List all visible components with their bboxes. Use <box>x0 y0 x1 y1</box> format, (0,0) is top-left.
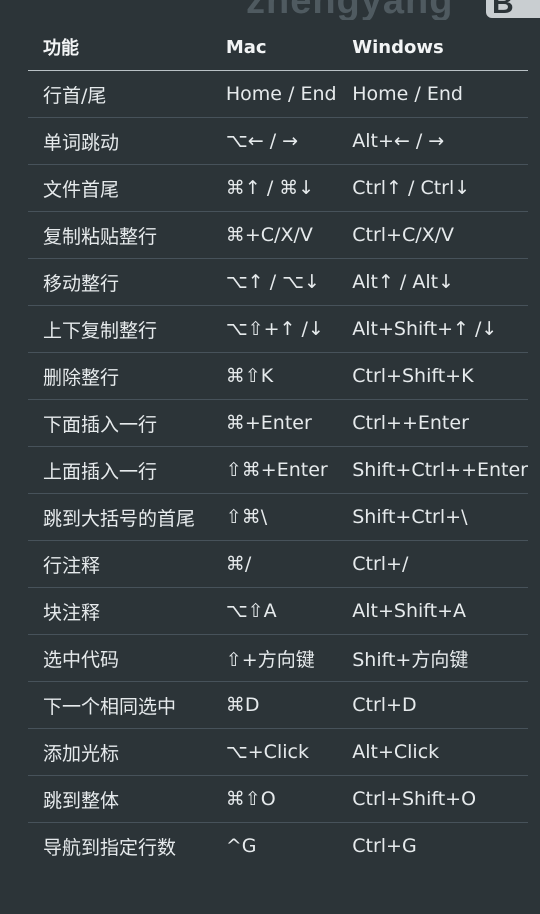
table-row: 选中代码 ⇧+方向键 Shift+方向键 <box>28 634 528 682</box>
table-row: 移动整行 ⌥↑ / ⌥↓ Alt↑ / Alt↓ <box>28 258 528 306</box>
cell-windows: Ctrl↑ / Ctrl↓ <box>352 164 528 212</box>
table-body: 行首/尾 Home / End Home / End 单词跳动 ⌥← / → A… <box>28 70 528 870</box>
cell-windows: Ctrl+Shift+K <box>352 352 528 400</box>
cell-mac: ⌥⇧A <box>225 587 353 635</box>
cell-windows: Alt+Shift+A <box>352 587 528 635</box>
table-row: 文件首尾 ⌘↑ / ⌘↓ Ctrl↑ / Ctrl↓ <box>28 164 528 212</box>
table-row: 块注释 ⌥⇧A Alt+Shift+A <box>28 587 528 635</box>
cell-windows: Ctrl+/ <box>352 540 528 588</box>
cell-function: 行注释 <box>28 540 226 588</box>
cell-function: 文件首尾 <box>28 164 226 212</box>
cell-mac: ⌘⇧K <box>225 352 353 400</box>
cell-windows: Ctrl++Enter <box>352 399 528 447</box>
cell-mac: ⌘/ <box>225 540 353 588</box>
cell-windows: Alt+Click <box>352 728 528 776</box>
cell-mac: ⌘↑ / ⌘↓ <box>225 164 353 212</box>
cell-windows: Shift+Ctrl+\ <box>352 493 528 541</box>
cell-mac: ⌥← / → <box>225 117 353 165</box>
cell-mac: ⌥⇧+↑ /↓ <box>225 305 353 353</box>
table-row: 上面插入一行 ⇧⌘+Enter Shift+Ctrl++Enter <box>28 446 528 494</box>
header-mac: Mac <box>225 24 353 71</box>
cell-function: 复制粘贴整行 <box>28 211 226 259</box>
cell-mac: ⇧⌘\ <box>225 493 353 541</box>
table-row: 上下复制整行 ⌥⇧+↑ /↓ Alt+Shift+↑ /↓ <box>28 305 528 353</box>
table-row: 跳到整体 ⌘⇧O Ctrl+Shift+O <box>28 775 528 823</box>
table-row: 删除整行 ⌘⇧K Ctrl+Shift+K <box>28 352 528 400</box>
cell-function: 下面插入一行 <box>28 399 226 447</box>
header-function: 功能 <box>28 24 226 71</box>
header-windows: Windows <box>352 24 528 71</box>
cell-windows: Ctrl+Shift+O <box>352 775 528 823</box>
cell-mac: ⌘+Enter <box>225 399 353 447</box>
cell-function: 上下复制整行 <box>28 305 226 353</box>
cell-windows: Shift+Ctrl++Enter <box>352 446 528 494</box>
cell-windows: Alt↑ / Alt↓ <box>352 258 528 306</box>
cell-windows: Alt+← / → <box>352 117 528 165</box>
cell-function: 行首/尾 <box>28 70 226 118</box>
cell-function: 删除整行 <box>28 352 226 400</box>
watermark: zhengyang B <box>0 0 540 20</box>
table-row: 复制粘贴整行 ⌘+C/X/V Ctrl+C/X/V <box>28 211 528 259</box>
table-row: 下一个相同选中 ⌘D Ctrl+D <box>28 681 528 729</box>
watermark-text: zhengyang <box>246 0 453 20</box>
cell-mac: ⌘⇧O <box>225 775 353 823</box>
cell-windows: Shift+方向键 <box>352 634 528 682</box>
cell-function: 跳到整体 <box>28 775 226 823</box>
cell-mac: ^G <box>225 835 257 857</box>
cell-function: 添加光标 <box>28 728 226 776</box>
cell-mac: Home / End <box>225 70 353 118</box>
cell-function: 选中代码 <box>28 634 226 682</box>
header-row: 功能 Mac Windows <box>28 24 528 71</box>
cell-windows: Ctrl+C/X/V <box>352 211 528 259</box>
cell-mac: ⌥+Click <box>225 728 353 776</box>
cell-windows: Ctrl+G <box>352 835 417 857</box>
table-row: 行首/尾 Home / End Home / End <box>28 70 528 118</box>
cell-windows: Home / End <box>352 70 528 118</box>
table-header: 功能 Mac Windows <box>28 24 528 71</box>
cell-function: 导航到指定行数 <box>43 836 177 859</box>
cell-windows: Alt+Shift+↑ /↓ <box>352 305 528 353</box>
cell-mac: ⌥↑ / ⌥↓ <box>225 258 353 306</box>
cell-windows: Ctrl+D <box>352 681 528 729</box>
cell-mac: ⇧+方向键 <box>225 634 353 682</box>
cell-function: 移动整行 <box>28 258 226 306</box>
cell-function: 跳到大括号的首尾 <box>28 493 226 541</box>
cell-mac: ⌘+C/X/V <box>225 211 353 259</box>
table-row: 导航到指定行数 ^G Ctrl+G <box>28 823 528 870</box>
cell-mac: ⌘D <box>225 681 353 729</box>
cell-function: 下一个相同选中 <box>28 681 226 729</box>
cell-mac: ⇧⌘+Enter <box>225 446 353 494</box>
cell-function: 块注释 <box>28 587 226 635</box>
shortcut-table: 功能 Mac Windows 行首/尾 Home / End Home / En… <box>28 24 528 869</box>
table-row: 下面插入一行 ⌘+Enter Ctrl++Enter <box>28 399 528 447</box>
table-row: 添加光标 ⌥+Click Alt+Click <box>28 728 528 776</box>
table-row: 行注释 ⌘/ Ctrl+/ <box>28 540 528 588</box>
watermark-badge: B <box>486 0 540 20</box>
table-row: 单词跳动 ⌥← / → Alt+← / → <box>28 117 528 165</box>
cell-function: 单词跳动 <box>28 117 226 165</box>
cell-function: 上面插入一行 <box>28 446 226 494</box>
table-row: 跳到大括号的首尾 ⇧⌘\ Shift+Ctrl+\ <box>28 493 528 541</box>
